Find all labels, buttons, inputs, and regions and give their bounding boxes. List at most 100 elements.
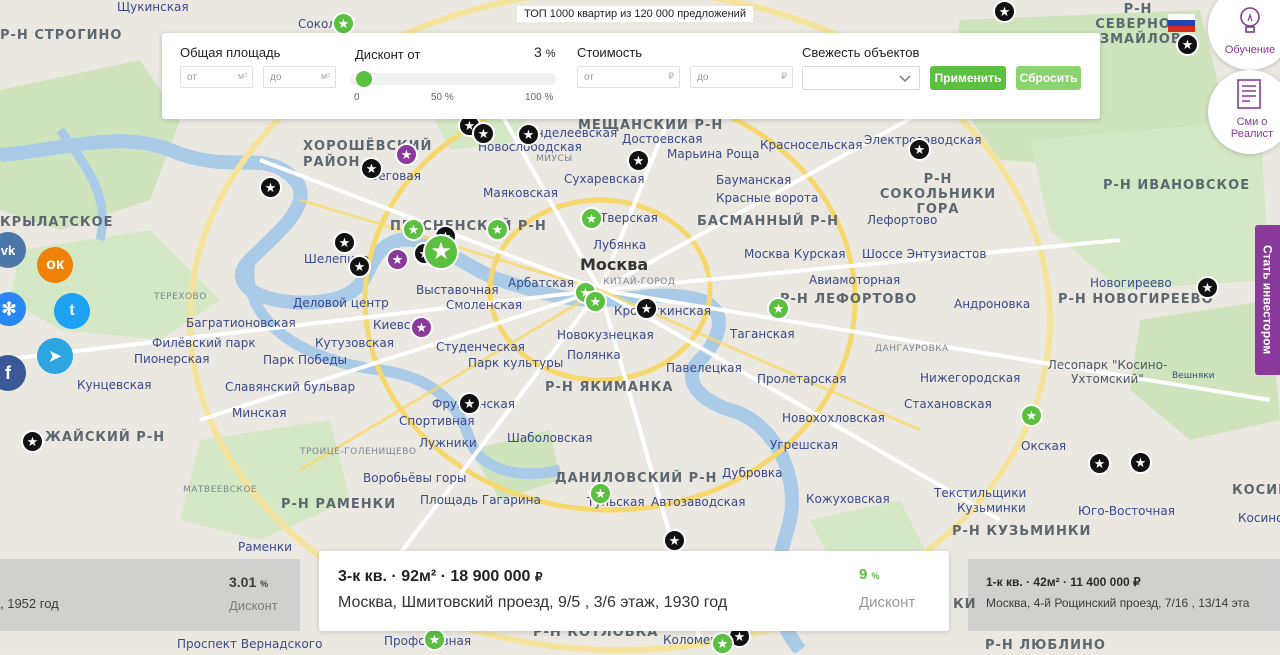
map-station-label: Юго-Восточная xyxy=(1078,504,1175,518)
telegram-icon[interactable]: ➤ xyxy=(37,338,73,374)
map-station-label: Кутузовская xyxy=(315,336,394,350)
listing-card-active[interactable]: 3-к кв. · 92м² · 18 900 000 ₽ Москва, Шм… xyxy=(319,551,949,631)
area-to-input[interactable]: до м² xyxy=(263,66,336,88)
listing-marker[interactable]: ★ xyxy=(332,12,355,35)
listing-title: 3-к кв. · 92м² · 18 900 000 xyxy=(338,568,531,585)
map-area-label: ТЕРЕХОВО xyxy=(154,292,207,302)
twitter-icon[interactable]: t xyxy=(54,293,90,329)
listing-marker[interactable]: ★ xyxy=(423,628,446,651)
listing-marker[interactable]: ★ xyxy=(908,138,931,161)
listing-marker[interactable]: ★ xyxy=(458,392,481,415)
listing-marker[interactable]: ★ xyxy=(993,0,1016,23)
next-card-address: Москва, 4-й Рощинский проезд, 7/16 , 13/… xyxy=(986,596,1250,610)
listing-marker[interactable]: ★ xyxy=(348,255,371,278)
listing-marker[interactable]: ★ xyxy=(402,218,425,241)
map-area-label: МИУСЫ xyxy=(536,154,573,164)
discount-unit: % xyxy=(545,48,556,60)
map-area-label: КИТАЙ-ГОРОД xyxy=(603,277,676,287)
discount-tick: 0 xyxy=(354,92,360,103)
area-to-placeholder: до xyxy=(270,72,282,83)
listing-marker[interactable]: ★ xyxy=(386,248,409,271)
listing-marker[interactable]: ★ xyxy=(635,297,658,320)
map-station-label: Славянский бульвар xyxy=(225,380,356,394)
area-unit: м² xyxy=(237,71,247,81)
become-investor-tab[interactable]: Стать инвестором xyxy=(1255,225,1280,375)
map-station-label: Текстильщики xyxy=(934,486,1027,500)
map-station-label: Новогиреево xyxy=(1090,276,1172,290)
map-station-label: Лефортово xyxy=(867,213,938,227)
selected-listing-marker[interactable]: ★ xyxy=(423,234,459,270)
listing-marker[interactable]: ★ xyxy=(1129,451,1152,474)
top-listings-banner: ТОП 1000 квартир из 120 000 предложений xyxy=(517,6,753,22)
map-station-label: Лубянка xyxy=(593,238,647,252)
listing-marker[interactable]: ★ xyxy=(517,123,540,146)
map-station-label: Авиамоторная xyxy=(809,273,901,287)
map-station-label: Сухаревская xyxy=(564,172,645,186)
listing-marker[interactable]: ★ xyxy=(1196,276,1219,299)
map-station-label: Раменки xyxy=(238,540,292,554)
discount-slider-handle[interactable] xyxy=(355,71,372,87)
listing-marker[interactable]: ★ xyxy=(259,176,282,199)
prev-card-discount-unit: % xyxy=(260,579,269,589)
freshness-select[interactable] xyxy=(802,66,920,90)
map-station-label: Студенческая xyxy=(436,340,525,354)
listing-marker[interactable]: ★ xyxy=(627,149,650,172)
reset-button[interactable]: Сбросить xyxy=(1016,66,1081,90)
map-station-label: Лужники xyxy=(419,436,477,450)
listing-marker[interactable]: ★ xyxy=(21,430,44,453)
listing-marker[interactable]: ★ xyxy=(410,316,433,339)
filter-panel: Общая площадь от м² до м² Дисконт от 3 %… xyxy=(162,33,1100,119)
price-from-placeholder: от xyxy=(584,72,594,83)
map-station-label: Площадь Гагарина xyxy=(420,493,541,507)
map-station-label: Лесопарк "Косино-Ухтомский" xyxy=(1047,358,1168,386)
listing-marker[interactable]: ★ xyxy=(589,482,612,505)
listing-marker[interactable]: ★ xyxy=(580,207,603,230)
listing-marker[interactable]: ★ xyxy=(1088,452,1111,475)
map-station-label: Угрешская xyxy=(770,438,839,452)
listing-card-next[interactable]: 1-к кв. · 42м² · 11 400 000 ₽ Москва, 4-… xyxy=(968,559,1280,631)
discount-value: 3 xyxy=(534,44,542,60)
map-station-label: Стахановская xyxy=(904,397,992,411)
map-station-label: Воробьёвы горы xyxy=(363,471,467,485)
price-from-input[interactable]: от ₽ xyxy=(577,66,680,88)
listing-marker[interactable]: ★ xyxy=(360,157,383,180)
listing-marker[interactable]: ★ xyxy=(395,143,418,166)
price-to-input[interactable]: до ₽ xyxy=(690,66,793,88)
listing-marker[interactable]: ★ xyxy=(663,529,686,552)
map-station-label: Маяковская xyxy=(483,186,559,200)
area-filter-label: Общая площадь xyxy=(180,45,281,60)
listing-card-prev[interactable]: 3.01 % Дисконт , 1952 год xyxy=(0,559,300,631)
map-district-label: Р-Н ЯКИМАНКА xyxy=(545,380,674,395)
listing-marker[interactable]: ★ xyxy=(584,290,607,313)
map-station-label: Москва Курская xyxy=(744,247,846,261)
price-to-placeholder: до xyxy=(697,72,709,83)
map-station-label: Достоевская xyxy=(622,132,703,146)
listing-marker[interactable]: ★ xyxy=(711,632,734,655)
map-station-label: Красные ворота xyxy=(716,191,819,205)
media-label: Сми о Реалист xyxy=(1230,116,1274,140)
area-from-input[interactable]: от м² xyxy=(180,66,253,88)
listing-marker[interactable]: ★ xyxy=(333,231,356,254)
listing-marker[interactable]: ★ xyxy=(486,218,509,241)
map-district-label: Р-Н КУЗЬМИНКИ xyxy=(952,524,1092,539)
apply-button[interactable]: Применить xyxy=(930,66,1006,90)
map-station-label: Парк Победы xyxy=(263,353,347,367)
map-station-label: Сокол xyxy=(298,17,336,31)
listing-marker[interactable]: ★ xyxy=(767,297,790,320)
map-station-label: Красносельская xyxy=(760,138,863,152)
map-station-label: Деловой центр xyxy=(293,296,389,310)
ok-icon[interactable]: ок xyxy=(37,247,73,283)
area-unit: м² xyxy=(320,71,330,81)
map-station-label: Кунцевская xyxy=(77,378,152,392)
listing-marker[interactable]: ★ xyxy=(1020,404,1043,427)
map-station-label: Таганская xyxy=(730,327,795,341)
map-district-label: Р-Н ЛЕФОРТОВО xyxy=(780,292,918,307)
language-flag-icon[interactable] xyxy=(1168,14,1195,32)
listing-marker[interactable]: ★ xyxy=(472,122,495,145)
map-district-label: Р-Н ИВАНОВСКОЕ xyxy=(1103,178,1251,193)
discount-filter-label: Дисконт от xyxy=(355,47,421,62)
map-district-label: БАСМАННЫЙ Р-Н xyxy=(697,214,839,229)
map-station-label: Пионерская xyxy=(134,352,210,366)
discount-slider-track[interactable] xyxy=(350,73,556,85)
listing-marker[interactable]: ★ xyxy=(1176,33,1199,56)
